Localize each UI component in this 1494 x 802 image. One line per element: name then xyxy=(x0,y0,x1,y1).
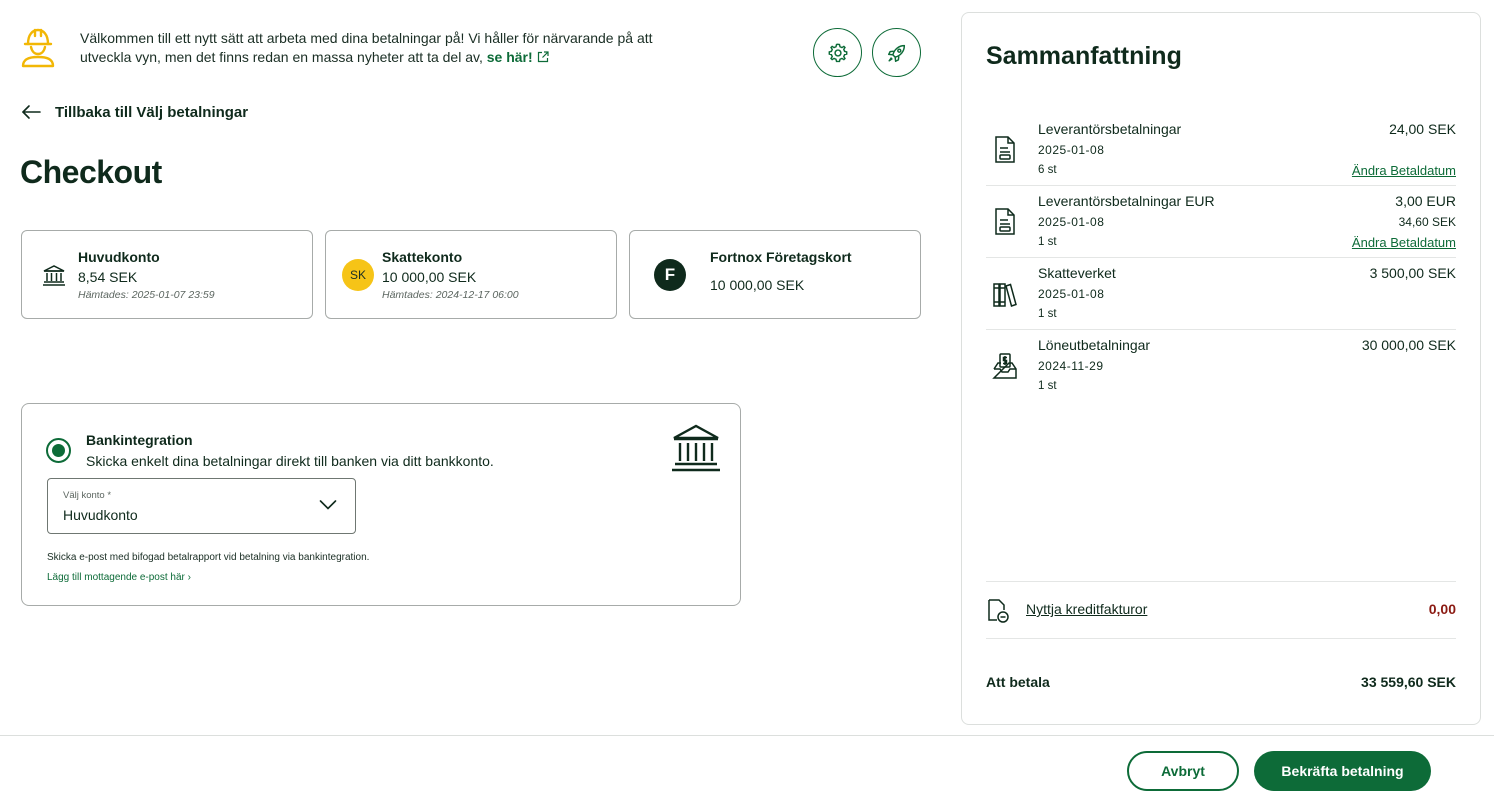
rocket-icon xyxy=(887,44,905,62)
banner-link[interactable]: se här! xyxy=(487,49,533,65)
item-name: Löneutbetalningar xyxy=(1038,337,1151,353)
chevron-down-icon xyxy=(319,500,337,510)
skattekonto-badge: SK xyxy=(342,259,374,291)
bank-integration-title: Bankintegration xyxy=(86,432,193,448)
account-name: Huvudkonto xyxy=(78,249,160,265)
summary-item: Leverantörsbetalningar 2025-01-08 6 st 2… xyxy=(986,121,1456,187)
item-date: 2025-01-08 xyxy=(1038,287,1105,301)
books-icon xyxy=(993,283,1017,307)
cancel-button[interactable]: Avbryt xyxy=(1127,751,1239,791)
credit-invoices-value: 0,00 xyxy=(1428,601,1456,617)
item-name: Leverantörsbetalningar EUR xyxy=(1038,193,1215,209)
footer-divider xyxy=(0,735,1494,736)
total-label: Att betala xyxy=(986,674,1050,690)
item-count: 1 st xyxy=(1038,308,1057,320)
item-count: 1 st xyxy=(1038,236,1057,248)
account-select-value: Huvudkonto xyxy=(63,507,138,523)
divider xyxy=(986,581,1456,582)
summary-title: Sammanfattning xyxy=(986,42,1182,70)
account-select[interactable]: Välj konto * Huvudkonto xyxy=(47,478,356,534)
item-date: 2024-11-29 xyxy=(1038,359,1104,373)
account-balance: 10 000,00 SEK xyxy=(710,277,805,293)
account-card-huvudkonto[interactable]: Huvudkonto 8,54 SEK Hämtades: 2025-01-07… xyxy=(21,230,313,319)
account-name: Skattekonto xyxy=(382,249,463,265)
account-fetched-time: Hämtades: 2024-12-17 06:00 xyxy=(382,289,519,301)
total-amount: 33 559,60 SEK xyxy=(1361,674,1456,690)
bank-icon xyxy=(43,265,65,286)
item-amount-sek: 34,60 SEK xyxy=(1398,215,1456,229)
banner-message: Välkommen till ett nytt sätt att arbeta … xyxy=(80,30,653,65)
change-payment-date-link[interactable]: Ändra Betaldatum xyxy=(1352,235,1456,250)
account-balance: 8,54 SEK xyxy=(78,269,138,285)
item-amount: 3 500,00 SEK xyxy=(1369,265,1456,281)
bank-integration-radio[interactable] xyxy=(46,438,71,463)
change-payment-date-link[interactable]: Ändra Betaldatum xyxy=(1352,163,1456,178)
confirm-payment-button[interactable]: Bekräfta betalning xyxy=(1254,751,1431,791)
welcome-banner: Välkommen till ett nytt sätt att arbeta … xyxy=(20,26,720,70)
summary-item: Leverantörsbetalningar EUR 2025-01-08 1 … xyxy=(986,193,1456,259)
use-credit-invoices-link[interactable]: Nyttja kreditfakturor xyxy=(1026,601,1147,617)
summary-item: Löneutbetalningar 2024-11-29 1 st 30 000… xyxy=(986,337,1456,403)
external-link-icon[interactable] xyxy=(537,51,549,63)
account-name: Fortnox Företagskort xyxy=(710,249,852,265)
invoice-document-icon xyxy=(995,208,1015,235)
bank-integration-option[interactable]: Bankintegration Skicka enkelt dina betal… xyxy=(21,403,741,606)
item-date: 2025-01-08 xyxy=(1038,143,1105,157)
salary-inbox-icon xyxy=(992,353,1017,379)
item-count: 6 st xyxy=(1038,164,1057,176)
item-name: Leverantörsbetalningar xyxy=(1038,121,1182,137)
settings-button[interactable] xyxy=(813,28,862,77)
account-select-label: Välj konto * xyxy=(63,490,112,501)
account-card-foretagskort[interactable]: F Fortnox Företagskort 10 000,00 SEK xyxy=(629,230,921,319)
item-amount: 30 000,00 SEK xyxy=(1361,337,1456,353)
add-recipient-link[interactable]: Lägg till mottagende e-post här › xyxy=(47,572,191,583)
item-name: Skatteverket xyxy=(1038,265,1116,281)
account-fetched-time: Hämtades: 2025-01-07 23:59 xyxy=(78,289,215,301)
fortnox-logo: F xyxy=(654,259,686,291)
account-balance: 10 000,00 SEK xyxy=(382,269,477,285)
divider xyxy=(986,185,1456,186)
divider xyxy=(986,638,1456,639)
summary-panel: Sammanfattning Leverantörsbetalningar 20… xyxy=(961,12,1481,725)
credit-document-icon xyxy=(988,599,1009,623)
credit-invoices-row: Nyttja kreditfakturor 0,00 xyxy=(986,598,1456,623)
email-report-note: Skicka e-post med bifogad betalrapport v… xyxy=(47,552,370,563)
construction-worker-icon xyxy=(21,28,55,68)
account-card-skattekonto[interactable]: SK Skattekonto 10 000,00 SEK Hämtades: 2… xyxy=(325,230,617,319)
page-title: Checkout xyxy=(20,154,162,190)
invoice-document-icon xyxy=(995,136,1015,163)
bank-integration-description: Skicka enkelt dina betalningar direkt ti… xyxy=(86,453,494,469)
news-button[interactable] xyxy=(872,28,921,77)
gear-icon xyxy=(828,43,847,62)
back-link[interactable]: Tillbaka till Välj betalningar xyxy=(21,101,248,123)
summary-item: Skatteverket 2025-01-08 1 st 3 500,00 SE… xyxy=(986,265,1456,331)
bank-building-icon xyxy=(672,424,720,472)
divider xyxy=(986,257,1456,258)
arrow-left-icon xyxy=(22,105,41,119)
divider xyxy=(986,329,1456,330)
back-link-label: Tillbaka till Välj betalningar xyxy=(55,103,249,121)
item-amount: 24,00 SEK xyxy=(1389,121,1456,137)
item-count: 1 st xyxy=(1038,380,1057,392)
item-date: 2025-01-08 xyxy=(1038,215,1105,229)
item-amount: 3,00 EUR xyxy=(1395,193,1456,209)
